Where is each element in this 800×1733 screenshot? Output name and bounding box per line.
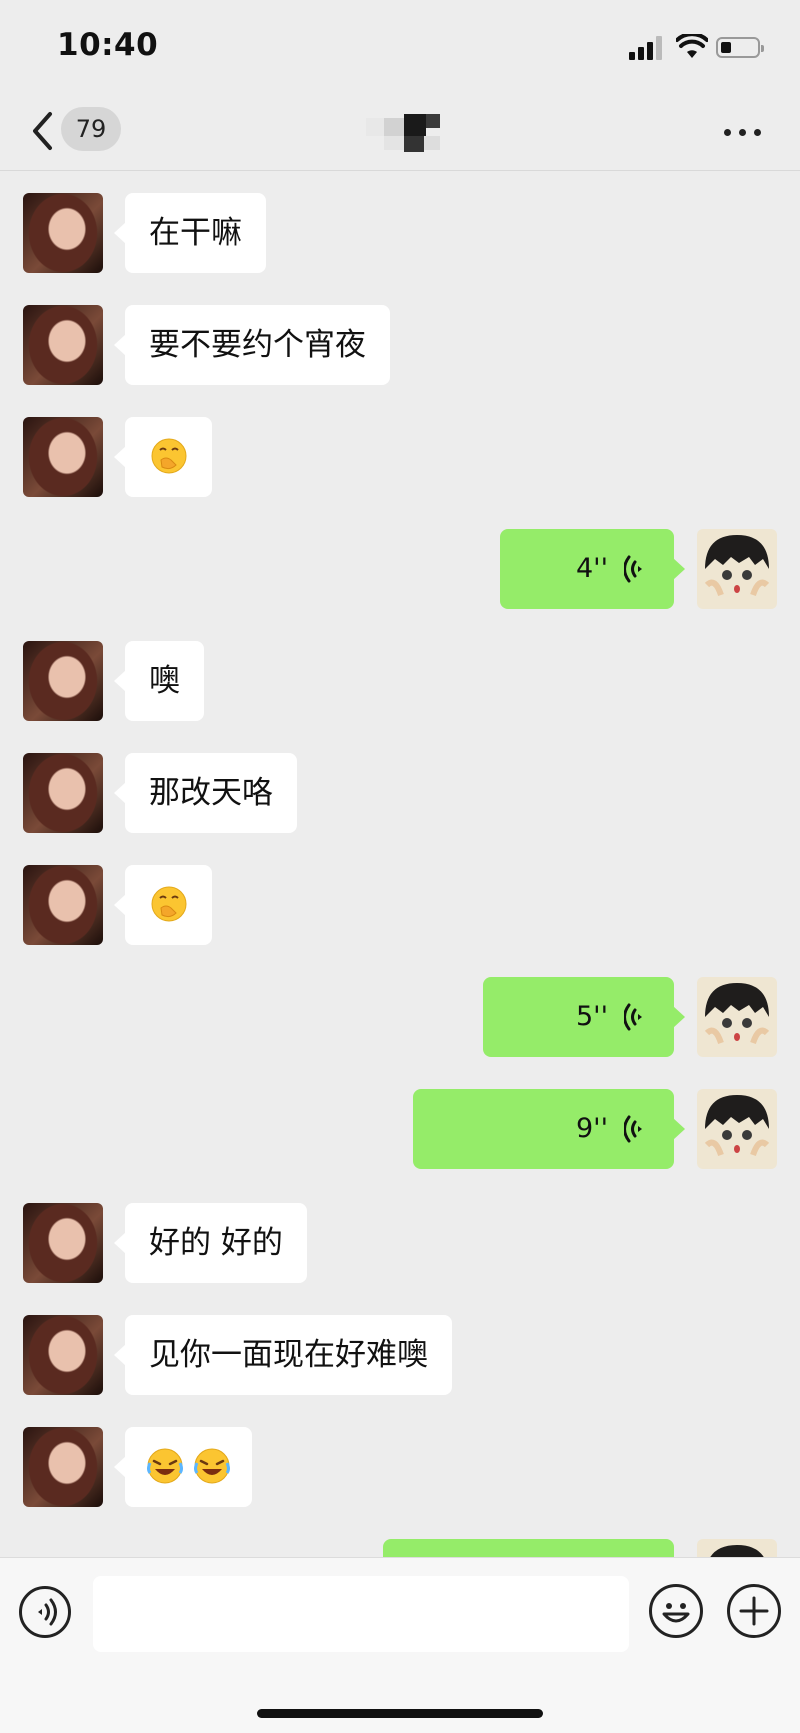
voice-input-icon[interactable] — [19, 1586, 71, 1638]
my-avatar[interactable] — [697, 529, 777, 609]
message-row-outgoing — [0, 1539, 800, 1557]
my-avatar[interactable] — [697, 1089, 777, 1169]
message-bubble[interactable]: 在干嘛 — [114, 193, 266, 273]
voice-message-bubble[interactable]: 5'' — [483, 977, 685, 1057]
signal-icon — [629, 36, 665, 60]
chevron-left-icon[interactable] — [26, 108, 60, 154]
status-time: 10:40 — [57, 27, 159, 63]
message-row-incoming: 好的 好的 — [0, 1203, 800, 1283]
message-row-outgoing: 9'' — [0, 1089, 800, 1169]
message-row-incoming: 在干嘛 — [0, 193, 800, 273]
chat-header: 79 — [0, 96, 800, 171]
message-bubble[interactable] — [114, 417, 212, 497]
message-bubble[interactable] — [114, 865, 212, 945]
status-bar: 10:40 — [0, 0, 800, 96]
more-dots-icon[interactable] — [724, 124, 764, 140]
contact-avatar[interactable] — [23, 865, 103, 945]
contact-avatar[interactable] — [23, 417, 103, 497]
message-row-incoming — [0, 417, 800, 497]
unread-count-badge[interactable]: 79 — [61, 107, 121, 151]
voice-message-bubble[interactable]: 4'' — [500, 529, 685, 609]
voice-message-bubble[interactable] — [383, 1539, 674, 1557]
message-bubble[interactable]: 好的 好的 — [114, 1203, 307, 1283]
message-bubble[interactable]: 噢 — [114, 641, 204, 721]
message-row-incoming — [0, 865, 800, 945]
input-bar — [0, 1557, 800, 1733]
voice-wave-icon — [624, 555, 642, 583]
message-row-incoming: 要不要约个宵夜 — [0, 305, 800, 385]
voice-wave-icon — [624, 1003, 642, 1031]
message-row-incoming: 见你一面现在好难噢 — [0, 1315, 800, 1395]
voice-wave-icon — [624, 1115, 642, 1143]
wifi-icon — [676, 34, 708, 58]
message-bubble[interactable]: 那改天咯 — [114, 753, 297, 833]
thinking-hand-over-mouth-emoji — [151, 886, 186, 921]
contact-avatar[interactable] — [23, 1203, 103, 1283]
message-bubble[interactable]: 要不要约个宵夜 — [114, 305, 390, 385]
rolling-laughing-emoji — [146, 1448, 183, 1483]
plus-icon[interactable] — [727, 1584, 781, 1638]
contact-name-redacted — [366, 114, 446, 152]
voice-duration: 4'' — [575, 553, 608, 584]
contact-avatar[interactable] — [23, 753, 103, 833]
emoji-icon[interactable] — [649, 1584, 703, 1638]
voice-duration: 5'' — [575, 1001, 608, 1032]
voice-message-bubble[interactable]: 9'' — [413, 1089, 685, 1169]
message-row-outgoing: 5'' — [0, 977, 800, 1057]
contact-avatar[interactable] — [23, 1315, 103, 1395]
contact-avatar[interactable] — [23, 193, 103, 273]
message-row-incoming — [0, 1427, 800, 1507]
message-row-incoming: 那改天咯 — [0, 753, 800, 833]
message-input[interactable] — [93, 1576, 629, 1652]
voice-duration: 9'' — [575, 1113, 608, 1144]
my-avatar[interactable] — [697, 977, 777, 1057]
message-row-outgoing: 4'' — [0, 529, 800, 609]
my-avatar[interactable] — [697, 1539, 777, 1557]
contact-avatar[interactable] — [23, 305, 103, 385]
contact-avatar[interactable] — [23, 641, 103, 721]
message-bubble[interactable] — [114, 1427, 252, 1507]
home-indicator[interactable] — [257, 1709, 543, 1718]
battery-icon — [716, 37, 764, 58]
rolling-laughing-emoji — [194, 1448, 231, 1483]
contact-avatar[interactable] — [23, 1427, 103, 1507]
thinking-hand-over-mouth-emoji — [151, 438, 186, 473]
message-bubble[interactable]: 见你一面现在好难噢 — [114, 1315, 452, 1395]
message-row-incoming: 噢 — [0, 641, 800, 721]
